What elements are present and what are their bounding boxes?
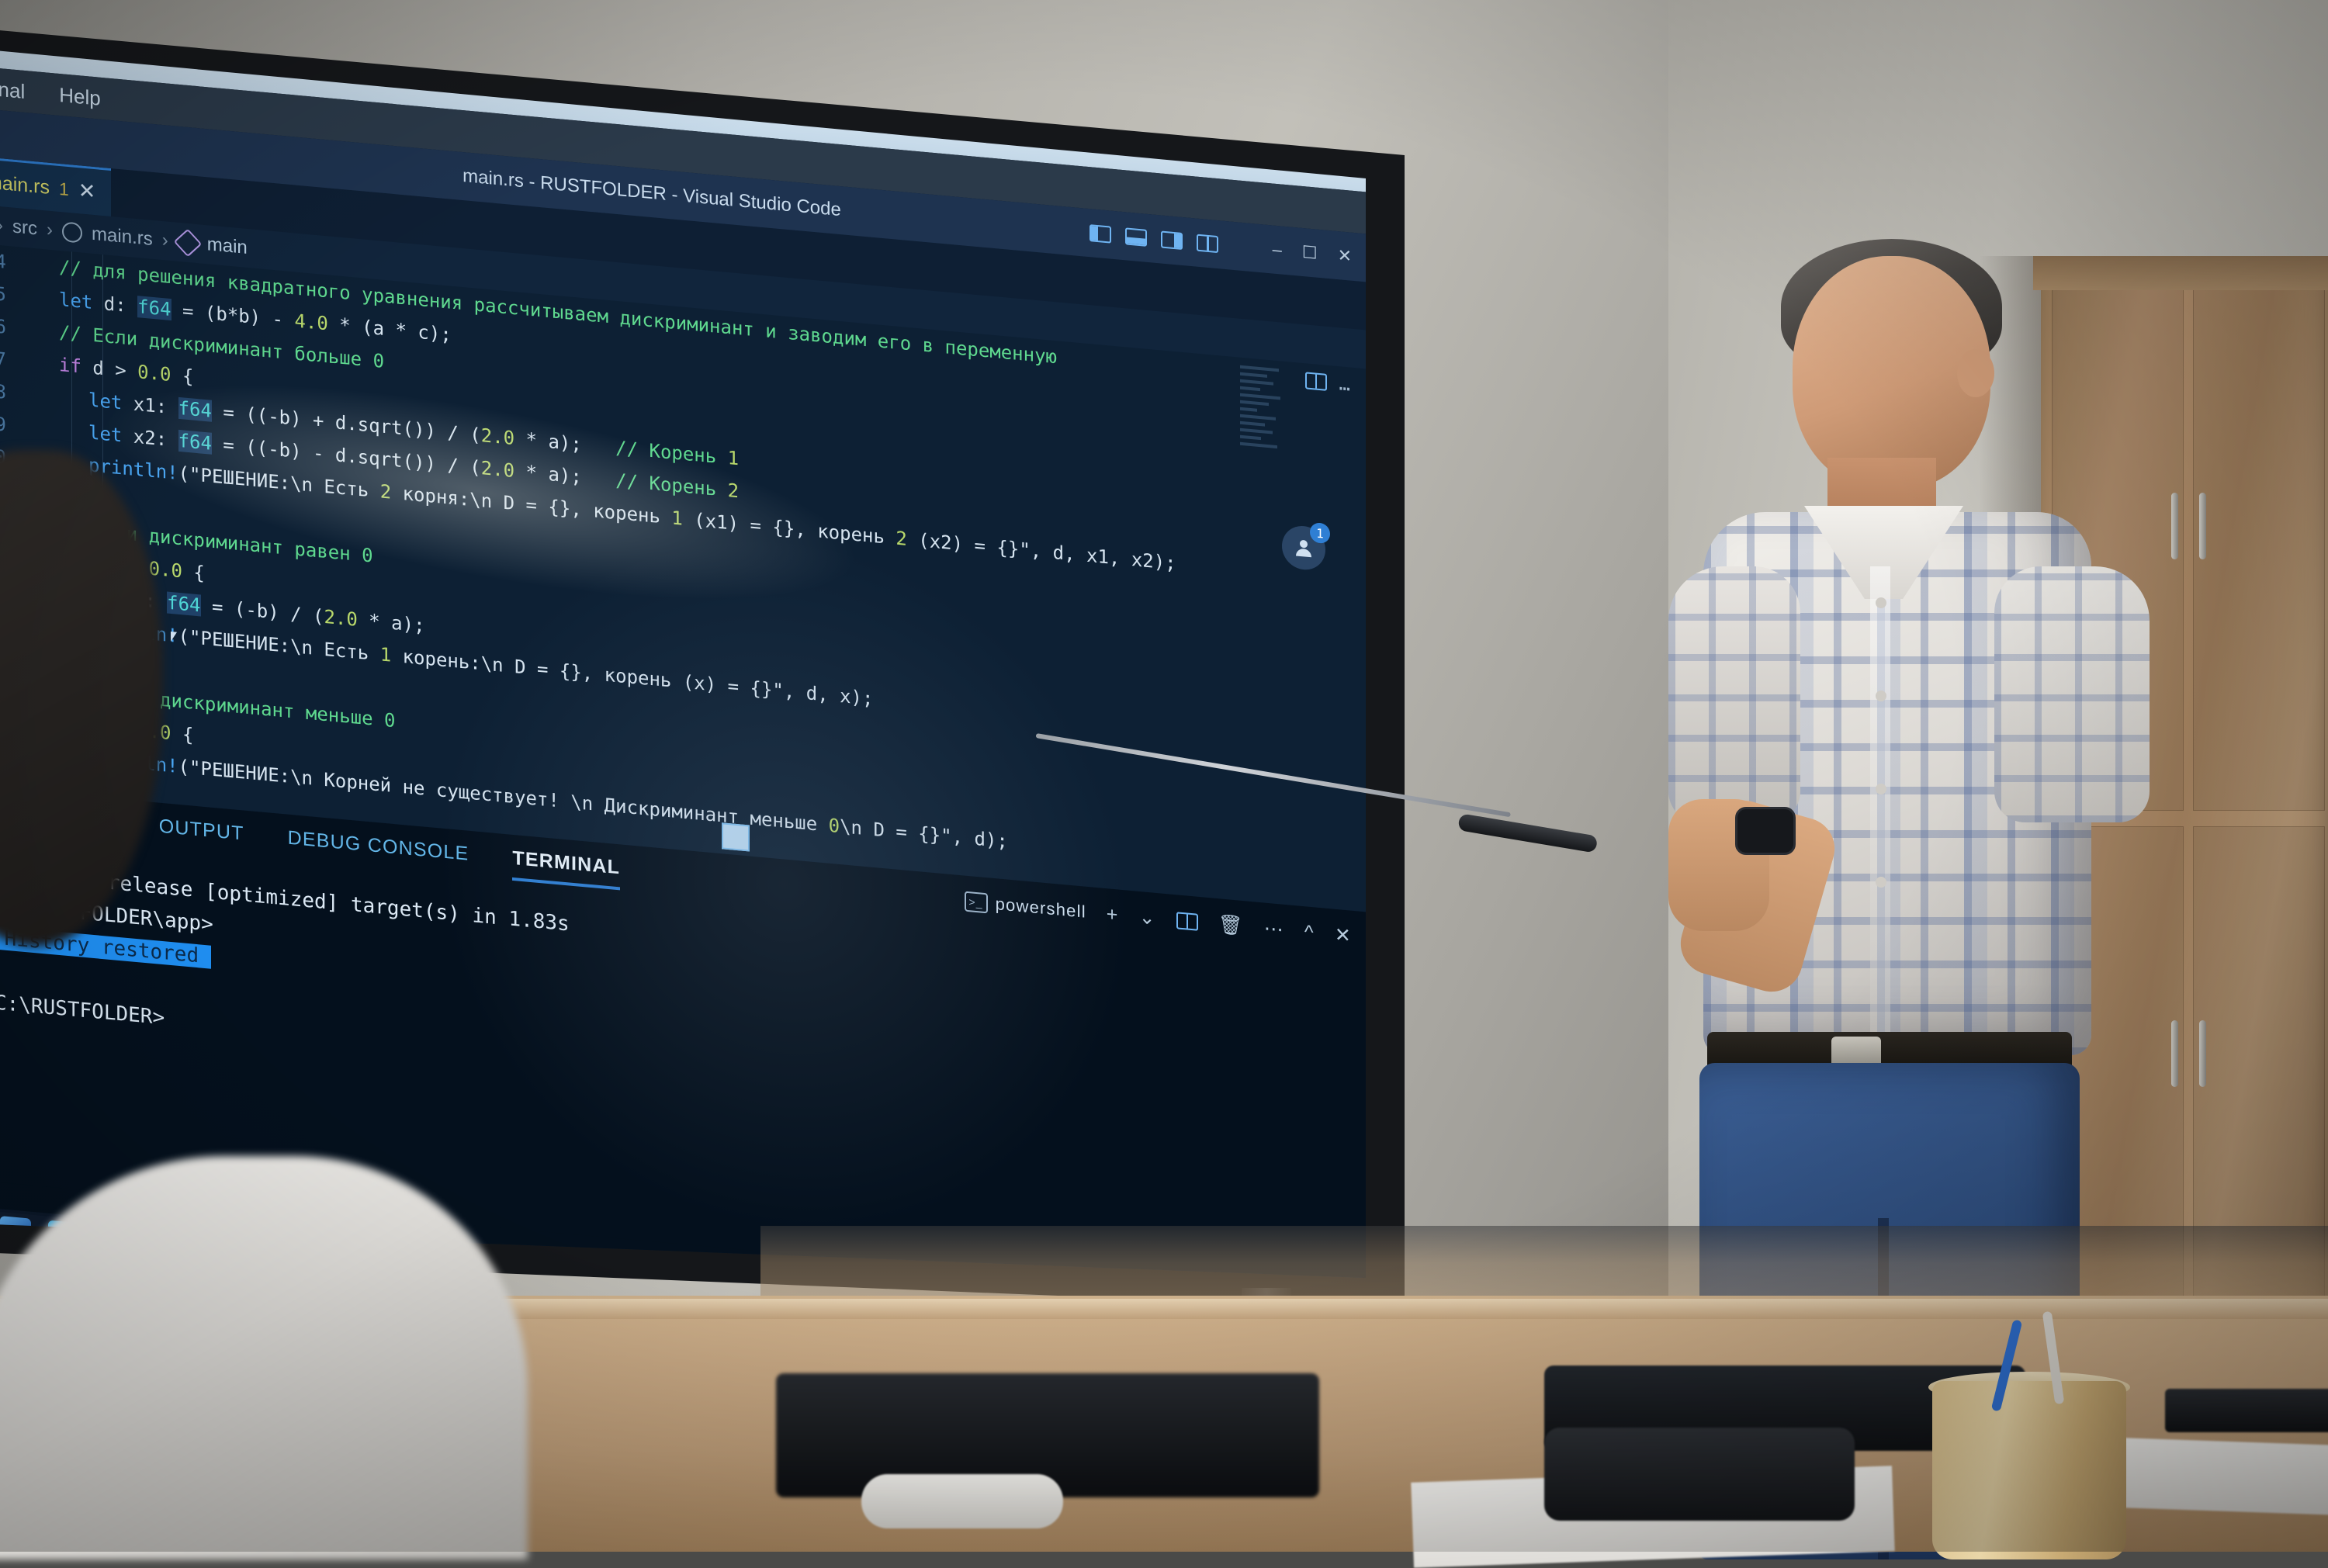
coffee-cup bbox=[1932, 1381, 2126, 1559]
more-actions-icon[interactable]: … bbox=[1339, 372, 1350, 395]
customize-layout-icon[interactable] bbox=[1197, 234, 1218, 254]
shirt-placket bbox=[1870, 566, 1890, 1047]
maximize-panel-icon[interactable]: ^ bbox=[1304, 921, 1315, 944]
tab-close-icon[interactable]: ✕ bbox=[78, 178, 96, 204]
toggle-secondary-sidebar-icon[interactable] bbox=[1161, 230, 1183, 250]
editor-actions: … bbox=[1305, 369, 1350, 395]
menu-item-help[interactable]: Help bbox=[59, 83, 100, 111]
rust-file-icon bbox=[62, 221, 82, 243]
breadcrumb-separator: › bbox=[0, 215, 3, 237]
toggle-panel-icon[interactable] bbox=[1125, 227, 1147, 247]
remote-control bbox=[861, 1474, 1063, 1528]
breadcrumb-item-src[interactable]: src bbox=[12, 216, 37, 241]
tab-filename: main.rs bbox=[0, 171, 50, 199]
breadcrumb-item-mainrs[interactable]: main.rs bbox=[92, 223, 153, 251]
new-terminal-icon[interactable]: + bbox=[1107, 903, 1119, 926]
split-editor-icon[interactable] bbox=[1305, 372, 1327, 391]
breadcrumb-item-main[interactable]: main bbox=[207, 234, 248, 259]
vscode-window: main.rs - RUSTFOLDER - Visual Studio Cod… bbox=[0, 105, 1366, 1327]
shell-name: powershell bbox=[996, 894, 1086, 922]
tab-terminal[interactable]: TERMINAL bbox=[512, 846, 620, 884]
line-number: 39 bbox=[0, 403, 6, 441]
line-number: 38 bbox=[0, 370, 6, 409]
tv-screen: Win [Работает] - Oracle VM VirtualBox Te… bbox=[0, 0, 1459, 1327]
cabinet-handle bbox=[2199, 493, 2206, 559]
terminal-shell-selector[interactable]: >_ powershell bbox=[965, 891, 1086, 922]
breadcrumb-separator: › bbox=[47, 220, 53, 242]
menu-item-terminal[interactable]: Terminal bbox=[0, 73, 25, 104]
tab-modified-count: 1 bbox=[59, 178, 69, 200]
kill-terminal-icon[interactable]: 🗑 bbox=[1218, 913, 1244, 938]
cabinet-handle bbox=[2171, 493, 2178, 559]
foreground-attendee bbox=[0, 1156, 528, 1559]
panel-more-icon[interactable]: ⋯ bbox=[1264, 916, 1284, 941]
line-number: 36 bbox=[0, 305, 6, 344]
line-number: 34 bbox=[0, 240, 6, 279]
close-panel-icon[interactable]: ✕ bbox=[1335, 923, 1352, 948]
wristwatch bbox=[1735, 807, 1796, 855]
cabinet-handle bbox=[2199, 1020, 2206, 1087]
presenter-right-arm bbox=[1994, 566, 2150, 822]
tv-display: Win [Работает] - Oracle VM VirtualBox Te… bbox=[0, 0, 1459, 1327]
split-terminal-icon[interactable] bbox=[1176, 912, 1198, 931]
close-icon[interactable]: ✕ bbox=[1338, 245, 1352, 267]
terminal-icon: >_ bbox=[965, 891, 988, 914]
mouse-cursor bbox=[171, 632, 181, 642]
desk-device bbox=[1544, 1428, 1855, 1521]
tab-output[interactable]: OUTPUT bbox=[159, 815, 244, 850]
terminal-dropdown-icon[interactable]: ⌄ bbox=[1139, 905, 1156, 930]
breadcrumb-separator: › bbox=[162, 230, 168, 252]
tab-debug-console[interactable]: DEBUG CONSOLE bbox=[288, 826, 469, 870]
paper-sheet bbox=[2110, 1438, 2328, 1519]
minimize-icon[interactable]: – bbox=[1273, 239, 1282, 260]
toggle-primary-sidebar-icon[interactable] bbox=[1090, 224, 1111, 244]
tablet-device bbox=[2165, 1389, 2328, 1432]
room-scene: Win [Работает] - Oracle VM VirtualBox Te… bbox=[0, 0, 2328, 1552]
symbol-function-icon bbox=[173, 229, 202, 258]
line-number: 37 bbox=[0, 337, 6, 376]
cabinet-handle bbox=[2171, 1020, 2178, 1087]
presenter-ear bbox=[1957, 349, 1994, 397]
window-controls: – ☐ ✕ bbox=[1273, 225, 1352, 280]
line-number: 35 bbox=[0, 272, 6, 311]
cabinet-door bbox=[2193, 283, 2325, 811]
selection-marker bbox=[722, 822, 750, 851]
virtualbox-window: Win [Работает] - Oracle VM VirtualBox Te… bbox=[0, 9, 1366, 1327]
maximize-icon[interactable]: ☐ bbox=[1302, 242, 1318, 264]
presenter-left-arm bbox=[1668, 566, 1800, 822]
